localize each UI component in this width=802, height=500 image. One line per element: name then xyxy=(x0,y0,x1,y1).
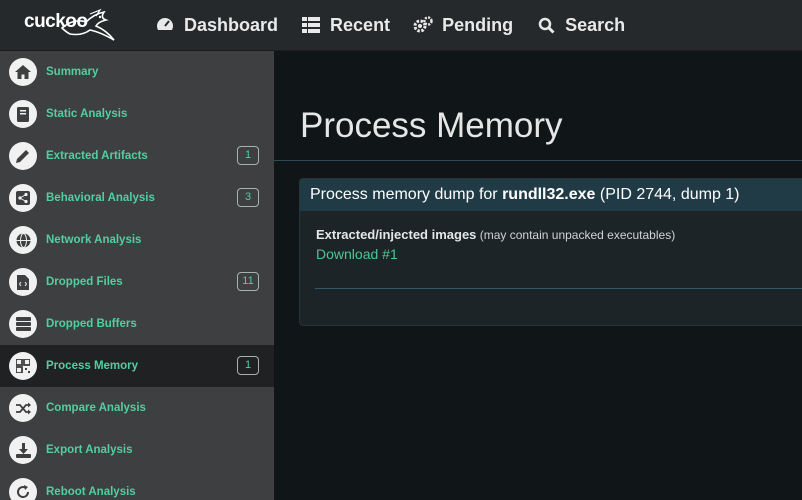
nav-dashboard[interactable]: Dashboard xyxy=(142,0,288,50)
sidebar-item-label: Process Memory xyxy=(46,360,139,372)
count-badge: 1 xyxy=(237,146,259,165)
sidebar-item-export-analysis[interactable]: Export Analysis xyxy=(0,429,274,471)
code-file-icon xyxy=(9,268,37,296)
sidebar-item-dropped-files[interactable]: Dropped Files 11 xyxy=(0,261,274,303)
server-icon xyxy=(9,310,37,338)
sidebar-item-dropped-buffers[interactable]: Dropped Buffers xyxy=(0,303,274,345)
nav-pending[interactable]: Pending xyxy=(400,0,523,50)
sidebar-item-behavioral-analysis[interactable]: Behavioral Analysis 3 xyxy=(0,177,274,219)
sidebar-item-extracted-artifacts[interactable]: Extracted Artifacts 1 xyxy=(0,135,274,177)
refresh-icon xyxy=(9,478,37,500)
home-icon xyxy=(9,58,37,86)
book-icon xyxy=(9,100,37,128)
sidebar-item-reboot-analysis[interactable]: Reboot Analysis xyxy=(0,471,274,500)
count-badge: 11 xyxy=(237,272,259,291)
panel-header-suffix: (PID 2744, dump 1) xyxy=(595,186,740,203)
divider xyxy=(274,160,802,161)
nav-pending-label: Pending xyxy=(442,14,514,35)
sidebar: Summary Static Analysis Extracted Artifa… xyxy=(0,51,274,500)
list-icon xyxy=(301,15,321,35)
page-title: Process Memory xyxy=(300,106,563,145)
gears-icon xyxy=(413,15,433,35)
search-icon xyxy=(536,15,556,35)
cuckoo-bird-icon xyxy=(60,8,115,41)
sidebar-item-label: Network Analysis xyxy=(46,234,142,246)
sidebar-item-label: Extracted Artifacts xyxy=(46,150,148,162)
panel-header-prefix: Process memory dump for xyxy=(310,186,503,203)
nav-search-label: Search xyxy=(565,14,626,35)
pencil-icon xyxy=(9,142,37,170)
sidebar-item-static-analysis[interactable]: Static Analysis xyxy=(0,93,274,135)
extracted-images-note: (may contain unpacked executables) xyxy=(476,228,676,242)
dashboard-gauge-icon xyxy=(155,15,175,35)
sidebar-item-summary[interactable]: Summary xyxy=(0,51,274,93)
main-content: Process Memory Process memory dump for r… xyxy=(274,51,802,500)
panel-header: Process memory dump for rundll32.exe (PI… xyxy=(300,179,802,211)
sidebar-item-label: Summary xyxy=(46,66,99,78)
nav-search[interactable]: Search xyxy=(523,0,635,50)
count-badge: 3 xyxy=(237,188,259,207)
process-name: rundll32.exe xyxy=(502,186,596,203)
panel-body: Extracted/injected images (may contain u… xyxy=(300,211,802,262)
nav-recent[interactable]: Recent xyxy=(288,0,400,50)
top-navbar: cuckoo Dashboard Recent Pending Search xyxy=(0,0,802,51)
sidebar-item-label: Compare Analysis xyxy=(46,402,146,414)
nav-recent-label: Recent xyxy=(330,14,391,35)
nav-dashboard-label: Dashboard xyxy=(184,14,279,35)
sidebar-item-label: Behavioral Analysis xyxy=(46,192,155,204)
process-memory-panel: Process memory dump for rundll32.exe (PI… xyxy=(299,178,802,326)
qrcode-icon xyxy=(9,352,37,380)
download-icon xyxy=(9,436,37,464)
sidebar-item-network-analysis[interactable]: Network Analysis xyxy=(0,219,274,261)
sidebar-item-label: Dropped Buffers xyxy=(46,318,137,330)
share-icon xyxy=(9,184,37,212)
sidebar-item-process-memory[interactable]: Process Memory 1 xyxy=(0,345,274,387)
divider xyxy=(315,288,802,289)
sidebar-item-label: Static Analysis xyxy=(46,108,128,120)
sidebar-item-compare-analysis[interactable]: Compare Analysis xyxy=(0,387,274,429)
shuffle-icon xyxy=(9,394,37,422)
cuckoo-logo[interactable]: cuckoo xyxy=(0,0,118,50)
globe-icon xyxy=(9,226,37,254)
sidebar-item-label: Export Analysis xyxy=(46,444,133,456)
extracted-images-line: Extracted/injected images (may contain u… xyxy=(316,227,802,242)
sidebar-item-label: Reboot Analysis xyxy=(46,486,136,498)
count-badge: 1 xyxy=(237,356,259,375)
download-link[interactable]: Download #1 xyxy=(316,246,802,262)
extracted-images-label: Extracted/injected images xyxy=(316,227,477,242)
sidebar-item-label: Dropped Files xyxy=(46,276,123,288)
